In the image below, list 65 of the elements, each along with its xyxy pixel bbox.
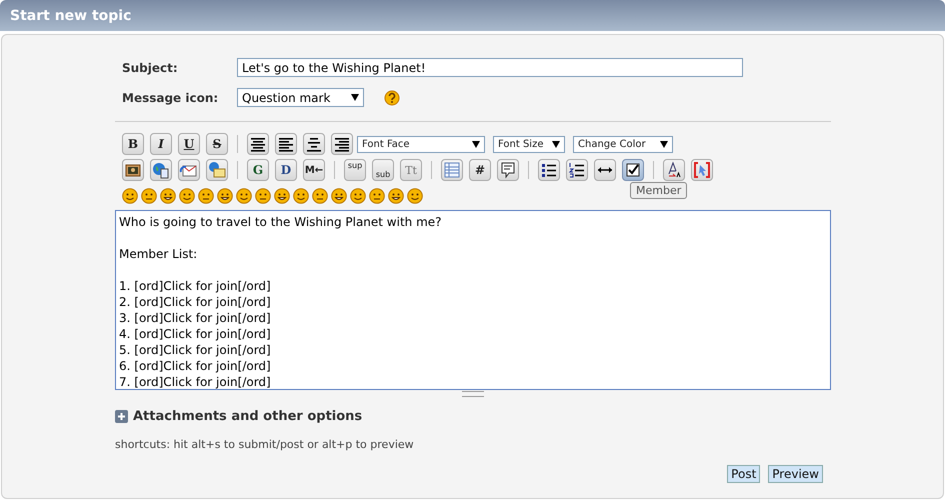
caret-icon: [351, 94, 359, 101]
toolbar-button[interactable]: G: [247, 159, 269, 181]
smiley-icon[interactable]: [312, 188, 328, 204]
tooltip: Member: [630, 182, 688, 199]
post-button[interactable]: Post: [727, 465, 760, 483]
caret-icon: [660, 140, 668, 148]
table-icon: [442, 160, 462, 180]
smiley-icon[interactable]: [350, 188, 366, 204]
toolbar-button[interactable]: D: [275, 159, 297, 181]
format-dropdown[interactable]: Change Color: [573, 136, 673, 152]
caret-icon: [472, 140, 480, 148]
preview-button[interactable]: Preview: [768, 465, 823, 483]
smiley-icon[interactable]: [293, 188, 309, 204]
smiley-icon[interactable]: [369, 188, 385, 204]
toolbar-button[interactable]: [150, 159, 172, 181]
message-field[interactable]: Who is going to travel to the Wishing Planet with me? Member List: 1. [ord]Click for join[/ord] 2. [ord]Click for join[/ord] 3. [ord]Click for join[/ord] 4. [ord]Click for join[/ord] 5. [ord]Click for join[/ord] 6. [ord]Click for join[/ord] 7. [ord]Click for join[/ord]: [115, 210, 831, 390]
smiley-icon[interactable]: [255, 188, 271, 204]
caret-icon: [552, 140, 560, 148]
smiley-icon[interactable]: [198, 188, 214, 204]
expand-icon[interactable]: [115, 410, 128, 423]
attachments-toggle[interactable]: Attachments and other options: [133, 409, 362, 424]
smiley-icon[interactable]: [217, 188, 233, 204]
toolbar-button[interactable]: sup: [344, 159, 366, 181]
toolbar-button[interactable]: [303, 133, 325, 155]
toolbar-button[interactable]: [122, 159, 144, 181]
smiley-icon[interactable]: [331, 188, 347, 204]
toolbar-button[interactable]: B: [122, 133, 144, 155]
toolbar-button[interactable]: [594, 159, 616, 181]
toolbar-button[interactable]: S: [206, 133, 228, 155]
globe-icon: [151, 160, 171, 180]
smiley-icon[interactable]: [160, 188, 176, 204]
cursor-icon: [692, 160, 712, 180]
format-dropdown[interactable]: Font Size: [493, 136, 565, 152]
smiley-icon[interactable]: [407, 188, 423, 204]
smiley-icon[interactable]: [388, 188, 404, 204]
toolbar-button[interactable]: [663, 159, 685, 181]
smiley-icon[interactable]: [122, 188, 138, 204]
toolbar-button[interactable]: Tt: [400, 159, 422, 181]
toolbar-button[interactable]: M←: [303, 159, 325, 181]
shortcuts-hint: shortcuts: hit alt+s to submit/post or alt+p to preview: [115, 438, 415, 451]
smiley-icon[interactable]: [274, 188, 290, 204]
resize-handle[interactable]: [462, 391, 484, 397]
toolbar-button[interactable]: sub: [372, 159, 394, 181]
toolbar-button[interactable]: [331, 133, 353, 155]
toolbar-button[interactable]: [247, 133, 269, 155]
folder-icon: [207, 160, 227, 180]
toolbar-button[interactable]: [497, 159, 519, 181]
smiley-icon[interactable]: [141, 188, 157, 204]
page-title: Start new topic: [10, 8, 132, 24]
subject-label: Subject:: [121, 60, 179, 74]
message-icon-dropdown[interactable]: Question mark: [237, 88, 364, 107]
toolbar-button[interactable]: [275, 133, 297, 155]
format-dropdown[interactable]: Font Face: [357, 136, 485, 152]
toolbar-button[interactable]: #: [469, 159, 491, 181]
toolbar-button[interactable]: I: [150, 133, 172, 155]
message-icon-label: Message icon:: [121, 90, 220, 104]
smiley-icon[interactable]: [179, 188, 195, 204]
numbered-list-icon: [567, 160, 587, 180]
smiley-icon[interactable]: [236, 188, 252, 204]
question-icon: [384, 90, 400, 106]
toolbar-button[interactable]: [538, 159, 560, 181]
toolbar-button[interactable]: U: [178, 133, 200, 155]
toolbar-button[interactable]: [566, 159, 588, 181]
toolbar-button[interactable]: [622, 159, 644, 181]
subject-field[interactable]: Let's go to the Wishing Planet!: [237, 58, 743, 77]
